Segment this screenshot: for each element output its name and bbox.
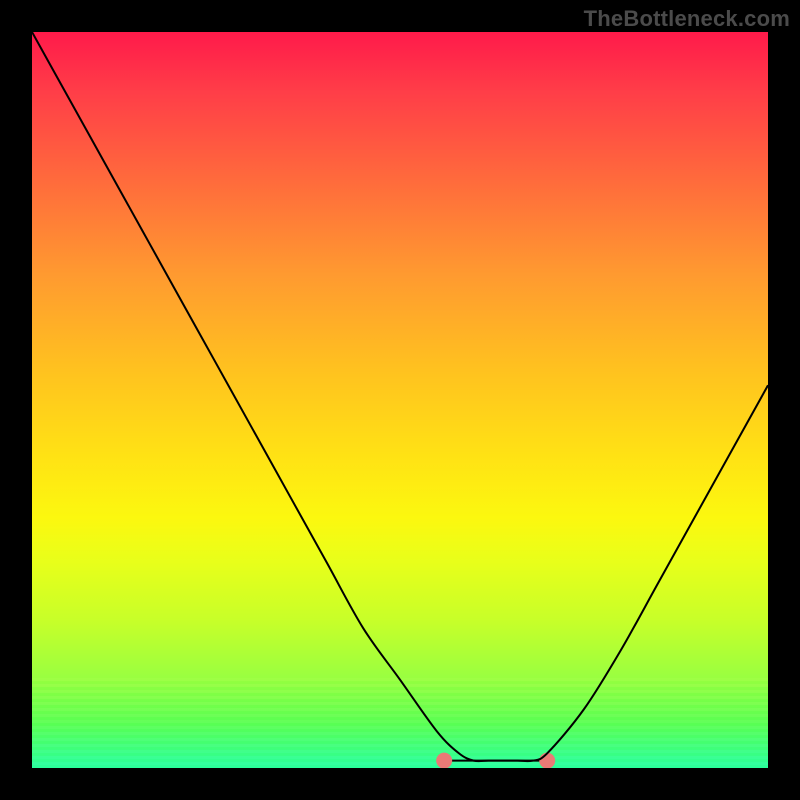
trough-dot-right [539,753,555,768]
line-series [32,32,768,761]
trough-dot-left [436,753,452,768]
watermark-text: TheBottleneck.com [584,6,790,32]
plot-area [32,32,768,768]
curve-layer [32,32,768,768]
